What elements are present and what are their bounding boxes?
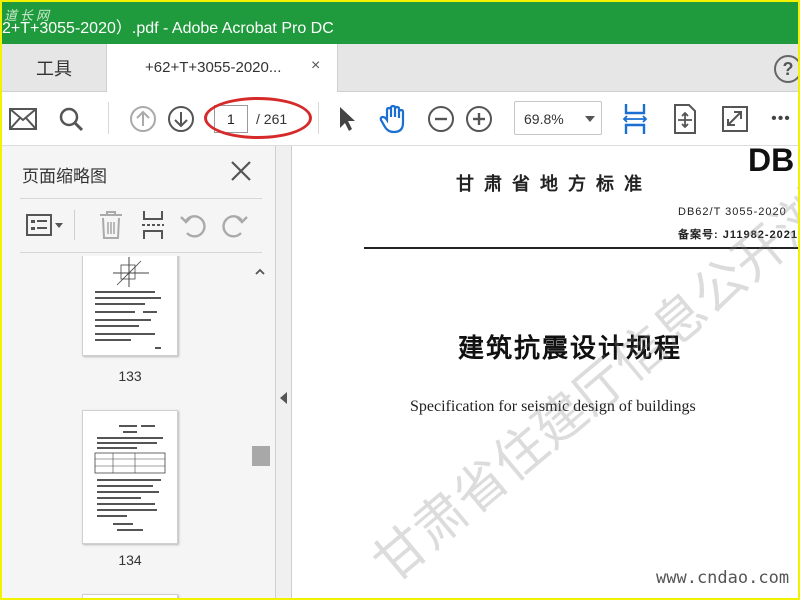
- prev-page-icon[interactable]: [128, 104, 158, 134]
- panel-divider: [20, 252, 262, 253]
- scroll-up-icon[interactable]: [255, 264, 265, 275]
- more-icon[interactable]: •••: [764, 104, 798, 134]
- page-thumbnail[interactable]: [82, 256, 178, 356]
- document-view[interactable]: DB 甘肃省地方标准 DB62/T 3055-2020 备案号: J11982-…: [292, 146, 798, 598]
- fit-page-icon[interactable]: [618, 104, 652, 134]
- zoom-dropdown[interactable]: 69.8%: [514, 101, 602, 135]
- zoom-in-icon[interactable]: [464, 104, 494, 134]
- scroll-mode-icon[interactable]: [670, 104, 700, 134]
- chevron-left-icon: [280, 392, 287, 404]
- page-thumbnails-panel: 页面缩略图 133 134: [2, 146, 276, 598]
- thumbnail-scrollbar[interactable]: [250, 258, 270, 598]
- zoom-value: 69.8%: [524, 111, 564, 127]
- scrollbar-thumb[interactable]: [252, 446, 270, 466]
- search-icon[interactable]: [56, 104, 86, 134]
- tab-tools[interactable]: 工具: [2, 44, 106, 92]
- thumbnail-options-icon[interactable]: [24, 208, 66, 242]
- zoom-out-icon[interactable]: [426, 104, 456, 134]
- thumbnail-preview: [94, 425, 166, 531]
- title-bar: 2+T+3055-2020）.pdf - Adobe Acrobat Pro D…: [2, 2, 798, 44]
- header-rule: [364, 247, 798, 249]
- page-thumbnail[interactable]: [82, 410, 178, 544]
- document-page: DB 甘肃省地方标准 DB62/T 3055-2020 备案号: J11982-…: [292, 146, 798, 598]
- site-url-watermark: www.cndao.com: [656, 568, 790, 588]
- standard-code: DB62/T 3055-2020: [678, 206, 787, 218]
- panel-divider: [20, 198, 262, 199]
- standard-logo: DB: [748, 146, 795, 178]
- standard-organization: 甘肃省地方标准: [456, 174, 652, 195]
- document-title-english: Specification for seismic design of buil…: [410, 398, 696, 415]
- record-number: 备案号: J11982-2021: [678, 229, 798, 241]
- thumbnail-list: 133 134: [2, 256, 276, 598]
- delete-page-icon[interactable]: [96, 208, 126, 242]
- mail-icon[interactable]: [8, 104, 38, 134]
- thumbnail-preview: [95, 257, 161, 349]
- help-icon[interactable]: ?: [774, 55, 798, 83]
- thumbnail-page-number: 134: [118, 552, 142, 568]
- rotate-left-icon[interactable]: [178, 208, 208, 242]
- close-panel-icon[interactable]: [228, 158, 254, 184]
- next-page-icon[interactable]: [166, 104, 196, 134]
- toolbar-divider: [108, 102, 109, 134]
- hand-tool-icon[interactable]: [378, 104, 408, 134]
- select-arrow-icon[interactable]: [332, 104, 362, 134]
- tab-document[interactable]: +62+T+3055-2020... ×: [106, 44, 338, 93]
- rotate-right-icon[interactable]: [220, 208, 250, 242]
- main-toolbar: 1 / 261 69.8% •••: [2, 92, 798, 146]
- panel-collapse-handle[interactable]: [276, 146, 292, 598]
- close-tab-icon[interactable]: ×: [311, 57, 320, 75]
- document-tab-label: +62+T+3055-2020...: [145, 59, 282, 76]
- page-number-highlight: [204, 97, 312, 139]
- full-screen-icon[interactable]: [720, 104, 750, 134]
- acrobat-window: 2+T+3055-2020）.pdf - Adobe Acrobat Pro D…: [2, 2, 798, 598]
- toolbar-divider: [318, 102, 319, 134]
- panel-tool-divider: [74, 210, 75, 240]
- page-thumbnail[interactable]: [82, 594, 178, 598]
- document-title-chinese: 建筑抗震设计规程: [458, 334, 683, 364]
- panel-title: 页面缩略图: [22, 167, 107, 187]
- tab-bar: 工具 +62+T+3055-2020... × ?: [2, 44, 798, 93]
- site-watermark-logo: 道长网: [4, 9, 53, 24]
- insert-pages-icon[interactable]: [138, 208, 168, 242]
- chevron-down-icon: [585, 116, 595, 122]
- thumbnail-page-number: 133: [118, 368, 142, 384]
